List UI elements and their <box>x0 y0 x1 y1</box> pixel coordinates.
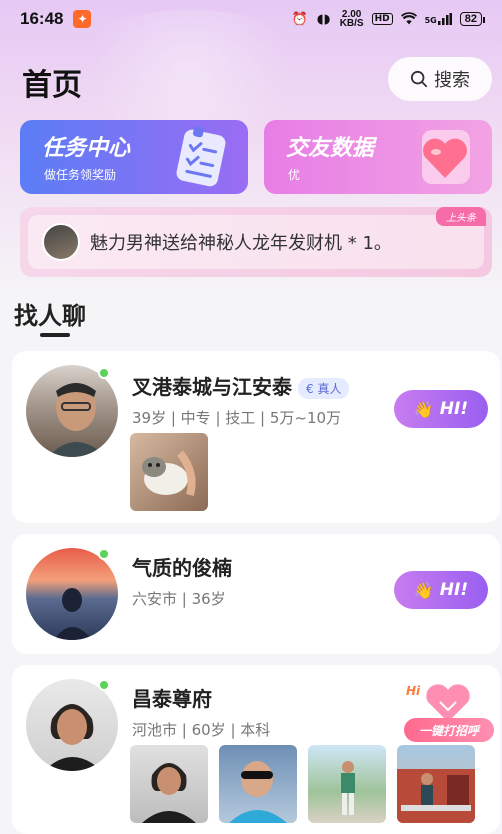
online-indicator <box>98 367 110 379</box>
avatar[interactable] <box>26 548 118 640</box>
user-name: 昌泰尊府 <box>132 687 212 711</box>
user-info: 河池市 | 60岁 | 本科 <box>132 721 271 739</box>
alarm-icon: ⏰ <box>291 11 308 27</box>
search-icon <box>410 70 428 88</box>
battery-icon: 82 <box>459 12 486 26</box>
dating-data-title: 交友数据 <box>286 136 375 161</box>
user-card[interactable]: 叉港泰城与江安泰 € 真人 39岁 | 中专 | 技工 | 5万~10万 👋 HI! <box>12 351 500 523</box>
avatar[interactable] <box>26 679 118 771</box>
dating-data-card[interactable]: 交友数据 优 <box>264 120 492 194</box>
dating-data-subtitle: 优 <box>288 168 301 182</box>
wifi-icon <box>400 11 417 27</box>
banner-message: 魅力男神送给神秘人龙年发财机 * 1。 <box>90 233 392 254</box>
user-name: 气质的俊楠 <box>132 556 232 580</box>
wave-hand-icon: 👋 <box>413 399 434 419</box>
section-underline <box>40 333 70 337</box>
earbuds-icon: ◖◗ <box>316 11 331 27</box>
headline-banner[interactable]: 魅力男神送给神秘人龙年发财机 * 1。 上头条 <box>20 207 492 277</box>
task-list-icon <box>176 126 226 187</box>
search-button[interactable]: 搜索 <box>388 57 492 101</box>
page-title: 首页 <box>22 68 82 103</box>
banner-avatar <box>42 223 80 261</box>
say-hi-button[interactable]: 👋 HI! <box>394 571 488 609</box>
say-hi-button[interactable]: 👋 HI! <box>394 390 488 428</box>
status-time: 16:48 <box>20 9 64 28</box>
online-indicator <box>98 548 110 560</box>
verified-badge: € 真人 <box>298 378 350 399</box>
user-photo[interactable] <box>130 433 208 511</box>
one-click-greet-button[interactable]: Hi 一键打招呼 <box>400 680 496 746</box>
network-speed: 2.00 KB/S <box>339 9 364 29</box>
one-click-greet-label: 一键打招呼 <box>404 718 494 742</box>
headline-tag: 上头条 <box>436 207 486 226</box>
app-notification-icon: ✦ <box>73 10 92 28</box>
task-center-title: 任务中心 <box>42 136 131 161</box>
user-photo[interactable] <box>397 745 475 823</box>
hd-icon: HD <box>371 13 393 25</box>
task-center-subtitle: 做任务领奖励 <box>44 168 117 182</box>
user-info: 六安市 | 36岁 <box>132 590 226 608</box>
heart-icon <box>422 130 470 184</box>
section-title: 找人聊 <box>14 302 86 330</box>
task-center-card[interactable]: 任务中心 做任务领奖励 <box>20 120 248 194</box>
user-card[interactable]: 气质的俊楠 六安市 | 36岁 👋 HI! <box>12 534 500 654</box>
user-photo[interactable] <box>130 745 208 823</box>
online-indicator <box>98 679 110 691</box>
status-bar: 16:48 ✦ ⏰ ◖◗ 2.00 KB/S HD 5G 82 <box>0 0 502 38</box>
signal-icon: 5G <box>425 13 452 25</box>
search-label: 搜索 <box>434 70 470 91</box>
wave-hand-icon: 👋 <box>413 580 434 600</box>
user-info: 39岁 | 中专 | 技工 | 5万~10万 <box>132 409 342 427</box>
user-photo[interactable] <box>219 745 297 823</box>
user-photo[interactable] <box>308 745 386 823</box>
user-name: 叉港泰城与江安泰 € 真人 <box>132 371 350 400</box>
